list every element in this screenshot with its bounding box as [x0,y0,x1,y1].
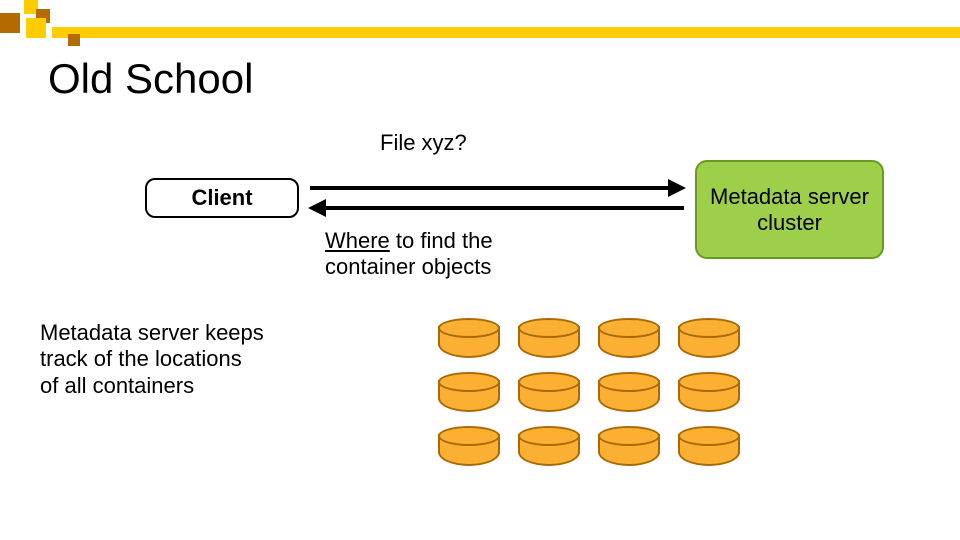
deco-bar [52,27,960,38]
response-text-l2: container objects [325,254,491,279]
container-cylinder [438,372,500,412]
slide-title: Old School [48,55,253,103]
container-cylinder [598,372,660,412]
note-l3: of all containers [40,373,194,398]
deco-square [68,34,80,46]
container-cylinder [438,426,500,466]
client-node: Client [145,178,299,218]
server-label: Metadata server cluster [697,184,882,235]
container-cylinder [518,426,580,466]
response-text-l1a: Where [325,228,390,253]
response-label: Where to find the container objects [325,228,493,281]
response-text-l1b: to find the [396,228,493,253]
container-cylinder [518,372,580,412]
container-cylinder [438,318,500,358]
deco-square [0,13,20,33]
container-cylinder [678,426,740,466]
metadata-server-node: Metadata server cluster [695,160,884,259]
request-arrow [310,186,670,190]
request-arrow-head [668,179,686,197]
note-l1: Metadata server keeps [40,320,264,345]
container-cylinder [678,372,740,412]
container-cylinder [598,318,660,358]
response-arrow [324,206,684,210]
container-grid [438,318,753,480]
deco-square [26,18,46,38]
container-cylinder [518,318,580,358]
response-arrow-head [308,199,326,217]
query-label: File xyz? [380,130,467,156]
note-l2: track of the locations [40,346,242,371]
note-label: Metadata server keeps track of the locat… [40,320,264,399]
container-cylinder [678,318,740,358]
container-cylinder [598,426,660,466]
